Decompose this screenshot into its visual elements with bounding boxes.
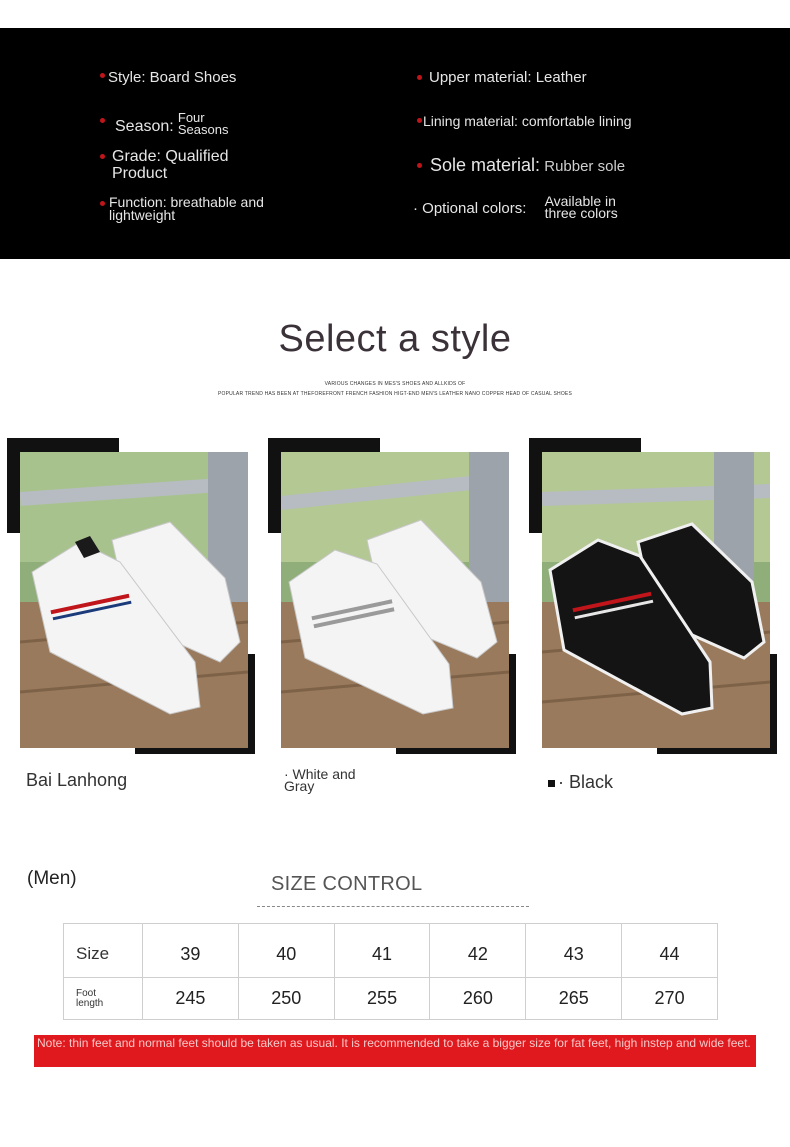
product-caption: · White and Gray [284,766,356,794]
foot-length-label-text: Foot length [76,987,104,1009]
foot-length-cell: 250 [237,977,335,1020]
product-card-white-gray[interactable] [268,438,516,754]
bullet-icon [417,75,422,80]
spec-upper-text: Upper material: Leather [429,69,587,86]
spec-season-value: Four Seasons [177,110,229,137]
product-card-black[interactable] [529,438,777,754]
product-caption-black: · Black [548,772,613,793]
foot-length-cell: 270 [621,977,718,1020]
size-cell: 40 [237,922,335,979]
table-row: Foot length 245 250 255 260 265 270 [63,977,718,1020]
spec-season: Season: Four Seasons [100,110,238,137]
spec-grade: Grade: Qualified Product [100,148,250,182]
size-cell: 39 [142,922,239,979]
product-photo-white-gray [281,452,509,748]
spec-grade-text: Grade: Qualified Product [112,148,229,182]
product-caption: Black [569,772,614,792]
spec-style-text: Style: Board Shoes [108,69,237,86]
subtitle-line-1: VARIOUS CHANGES IN MES'S SHOES AND ALLKI… [324,381,466,387]
page-title: Select a style [278,318,512,360]
size-cell: 43 [525,922,623,979]
foot-length-cell: 245 [142,977,239,1020]
size-table: Size 39 40 41 42 43 44 Foot length 245 2… [63,922,718,1020]
bullet-icon [417,163,422,168]
square-bullet-icon [548,779,555,787]
table-row: Size 39 40 41 42 43 44 [63,922,718,979]
spec-sole: Sole material: Rubber sole [417,155,626,175]
size-control-title: SIZE CONTROL [271,873,423,895]
spec-style: Style: Board Shoes [100,69,236,86]
spec-lining-text: Lining material: comfortable lining [423,113,632,129]
spec-colors: · Optional colors: Available in three co… [413,193,627,221]
spec-upper: Upper material: Leather [417,69,587,86]
bullet-icon [100,73,105,78]
title-divider [257,906,529,907]
product-photo-white-red [20,452,248,748]
spec-panel: Style: Board Shoes Season: Four Seasons … [0,28,790,259]
bullet-icon [100,154,105,159]
spec-lining: Lining material: comfortable lining [417,113,632,130]
spec-sole-label: Sole material: [430,155,541,175]
spec-function: Function: breathable and lightweight [100,194,280,223]
spec-sole-value: Rubber sole [544,158,626,175]
foot-length-row-label: Foot length [63,977,143,1020]
product-card-white-red[interactable] [7,438,255,754]
foot-length-cell: 255 [333,977,431,1020]
spec-function-text: Function: breathable and lightweight [109,194,264,223]
size-cell: 44 [621,922,718,979]
product-photo-black [542,452,770,748]
bullet-icon [100,118,105,123]
size-row-label: Size [63,922,143,979]
size-note: Note: thin feet and normal feet should b… [34,1035,756,1067]
spec-colors-label: · Optional colors: [413,200,527,217]
foot-length-cell: 265 [525,977,623,1020]
size-cell: 42 [429,922,527,979]
spec-season-label: Season: [115,118,174,135]
product-caption: Bai Lanhong [26,770,128,790]
foot-length-cell: 260 [429,977,527,1020]
bullet-icon [100,201,105,206]
gender-label: (Men) [27,868,77,889]
bullet-icon [417,118,422,123]
size-cell: 41 [333,922,431,979]
spec-colors-value: Available in three colors [544,193,618,221]
subtitle-line-2: POPULAR TREND HAS BEEN AT THEFOREFRONT F… [217,391,572,397]
